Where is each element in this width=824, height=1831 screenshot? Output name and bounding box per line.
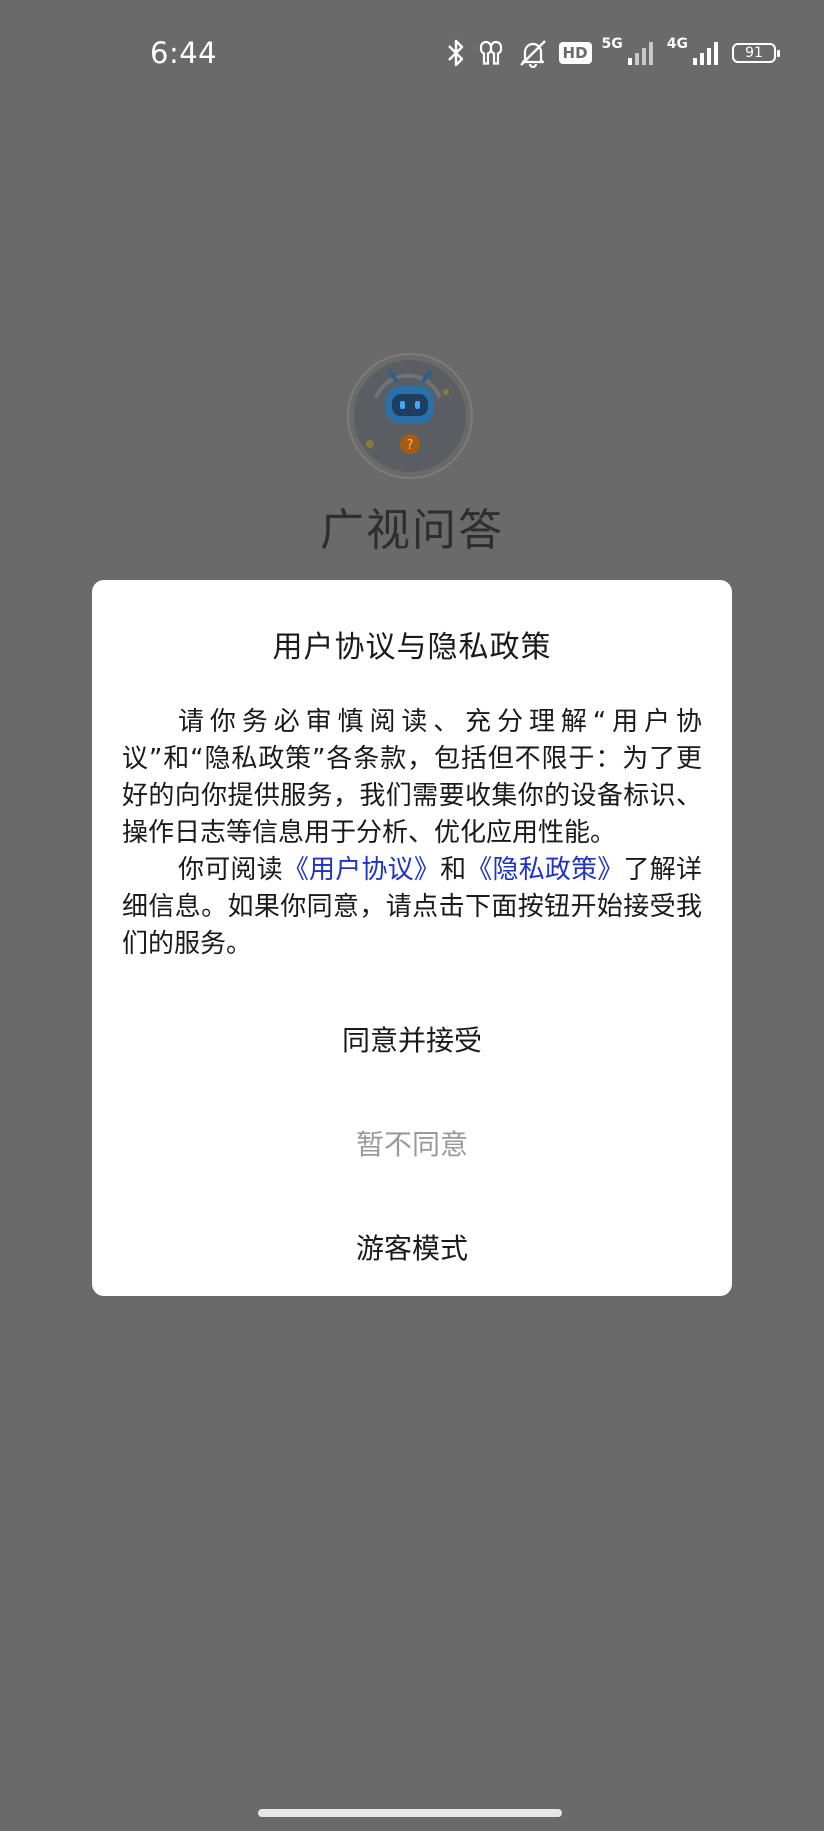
dialog-actions: 同意并接受 暂不同意 游客模式 [122,989,702,1301]
hd-icon: HD [558,42,592,64]
guest-mode-button[interactable]: 游客模式 [122,1197,702,1301]
paragraph-2-and: 和 [440,855,467,885]
privacy-dialog: 用户协议与隐私政策 请你务必审慎阅读、充分理解“用户协议”和“隐私政策”各条款，… [92,580,732,1296]
earbuds-icon [477,38,507,68]
dialog-title: 用户协议与隐私政策 [272,630,552,665]
battery-icon: 91 [732,43,780,63]
mute-icon [517,38,549,68]
gesture-bar[interactable] [258,1809,562,1817]
svg-text:?: ? [407,438,414,453]
network-5g-label: 5G [601,36,623,52]
robot-mascot-icon: ? [346,352,474,480]
network-4g-label: 4G [666,36,688,52]
status-time: 6:44 [150,36,218,70]
dialog-paragraph-1: 请你务必审慎阅读、充分理解“用户协议”和“隐私政策”各条款，包括但不限于：为了更… [122,707,702,848]
agree-button[interactable]: 同意并接受 [122,989,702,1093]
disagree-button[interactable]: 暂不同意 [122,1093,702,1197]
status-icons: HD 5G 4G 91 [445,36,780,70]
status-bar: 6:44 HD 5G 4G 91 [0,0,824,110]
bluetooth-icon [445,38,467,68]
privacy-policy-link[interactable]: 《隐私政策》 [466,855,623,885]
dialog-paragraph-2: 你可阅读《用户协议》和《隐私政策》了解详细信息。如果你同意，请点击下面按钮开始接… [122,852,702,963]
signal-4g-icon [692,40,722,66]
user-agreement-link[interactable]: 《用户协议》 [283,855,440,885]
app-name: 广视问答 [320,505,504,556]
paragraph-2-prefix: 你可阅读 [178,855,283,885]
battery-level: 91 [745,45,763,61]
signal-5g-icon [627,40,657,66]
dialog-body: 请你务必审慎阅读、充分理解“用户协议”和“隐私政策”各条款，包括但不限于：为了更… [122,704,702,963]
